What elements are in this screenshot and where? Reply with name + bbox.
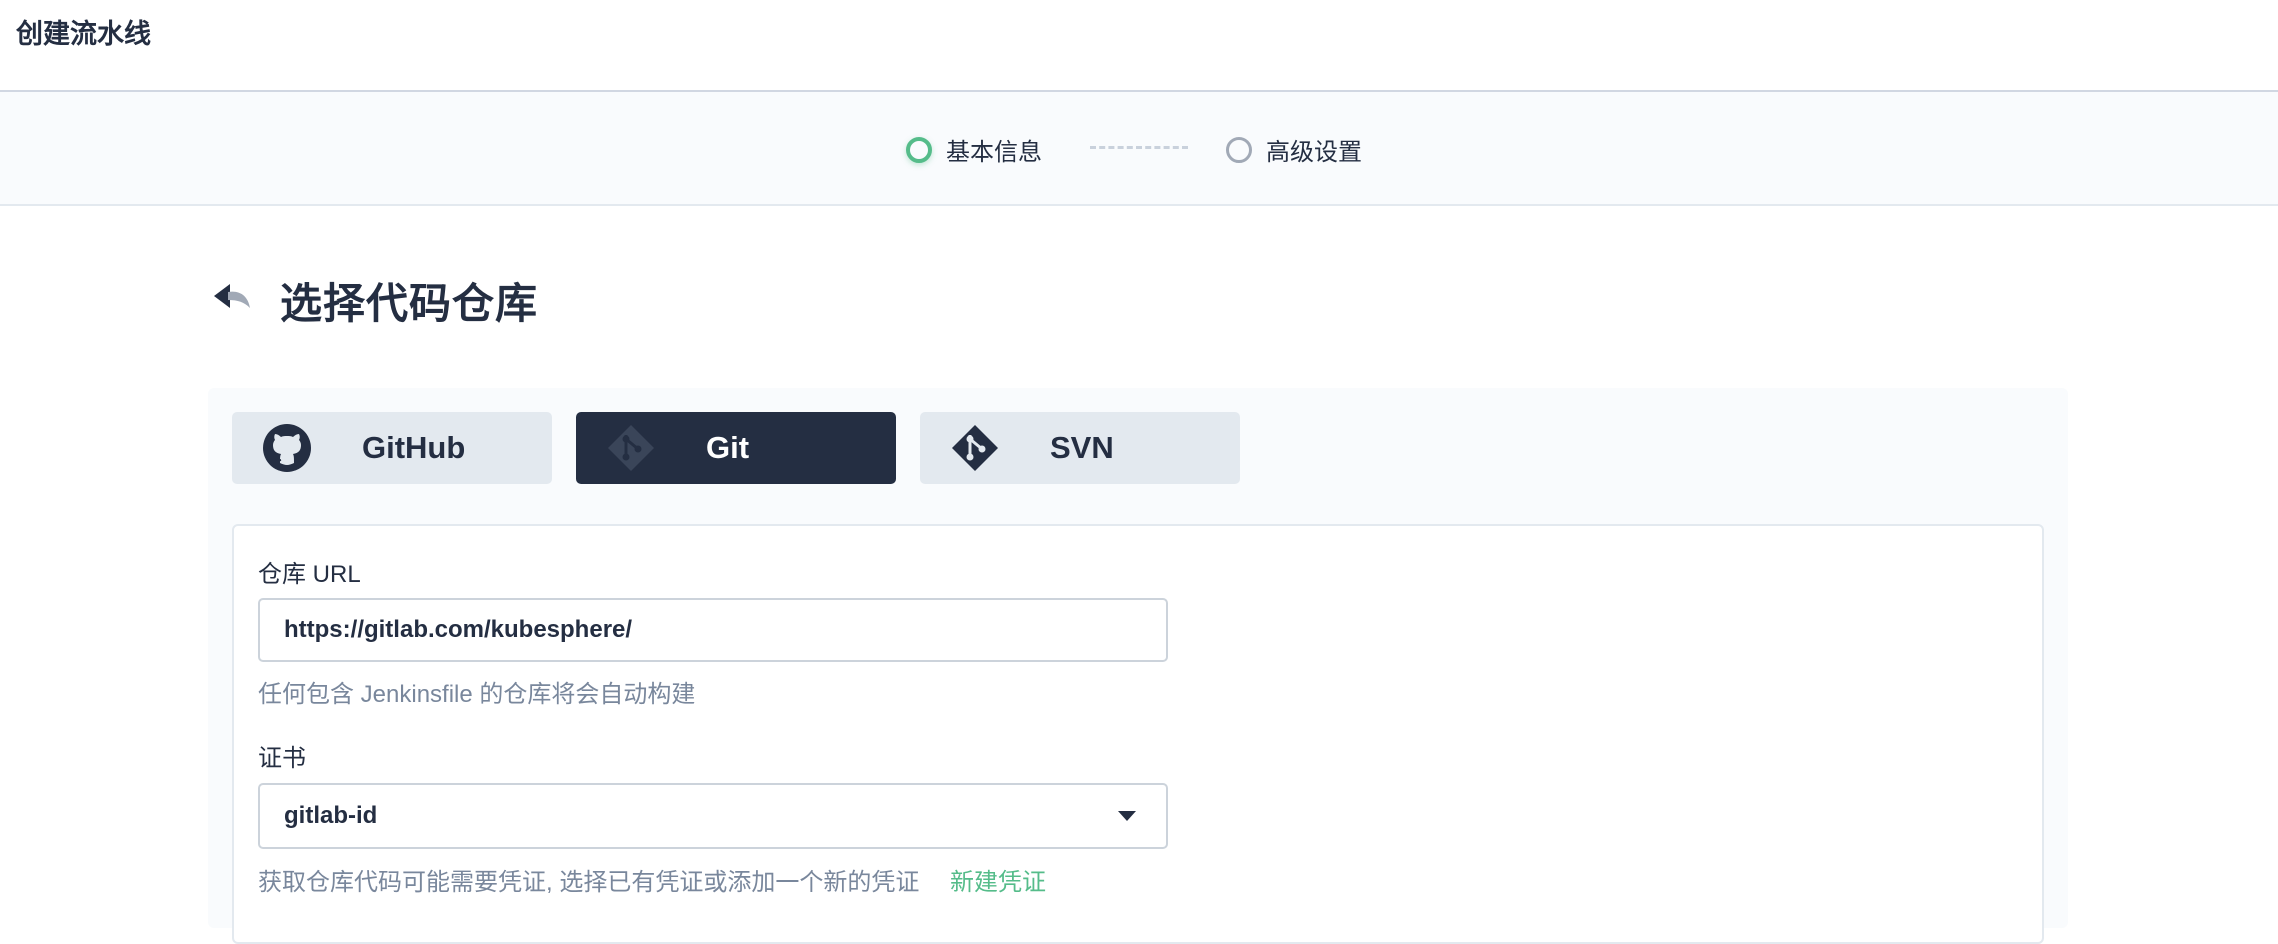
credential-select-value: gitlab-id xyxy=(284,802,378,829)
github-icon xyxy=(263,424,311,472)
step-indicator: 基本信息 高级设置 xyxy=(0,92,2278,206)
tab-label: SVN xyxy=(1050,430,1114,465)
step-inactive-circle-icon xyxy=(1226,136,1252,163)
tab-label: GitHub xyxy=(362,430,466,465)
credential-select[interactable]: gitlab-id xyxy=(258,783,1168,849)
repo-url-help: 任何包含 Jenkinsfile 的仓库将会自动构建 xyxy=(258,681,696,708)
back-arrow-icon xyxy=(214,284,250,308)
tab-github[interactable]: GitHub xyxy=(232,412,552,484)
top-bar: 创建流水线 xyxy=(0,0,2278,92)
step-label: 基本信息 xyxy=(946,139,1042,166)
chevron-down-icon xyxy=(1118,811,1136,821)
step-label: 高级设置 xyxy=(1266,139,1362,166)
create-credential-link[interactable]: 新建凭证 xyxy=(950,862,1046,897)
tab-svn[interactable]: SVN xyxy=(920,412,1240,484)
page-title: 选择代码仓库 xyxy=(280,280,539,327)
tab-label: Git xyxy=(706,430,750,465)
git-icon xyxy=(608,425,654,471)
step-advanced-settings[interactable]: 高级设置 xyxy=(1226,132,1362,167)
window-title: 创建流水线 xyxy=(16,19,151,49)
step-basic-info[interactable]: 基本信息 xyxy=(906,132,1042,167)
repo-url-input[interactable] xyxy=(258,598,1168,662)
credential-label: 证书 xyxy=(258,745,306,772)
svn-icon xyxy=(952,425,998,471)
credential-help: 获取仓库代码可能需要凭证, 选择已有凭证或添加一个新的凭证 xyxy=(258,869,920,896)
back-button[interactable] xyxy=(210,276,254,316)
step-connector xyxy=(1090,146,1188,149)
tab-git[interactable]: Git xyxy=(576,412,896,484)
step-active-circle-icon xyxy=(906,136,932,163)
repo-url-label: 仓库 URL xyxy=(258,561,361,588)
